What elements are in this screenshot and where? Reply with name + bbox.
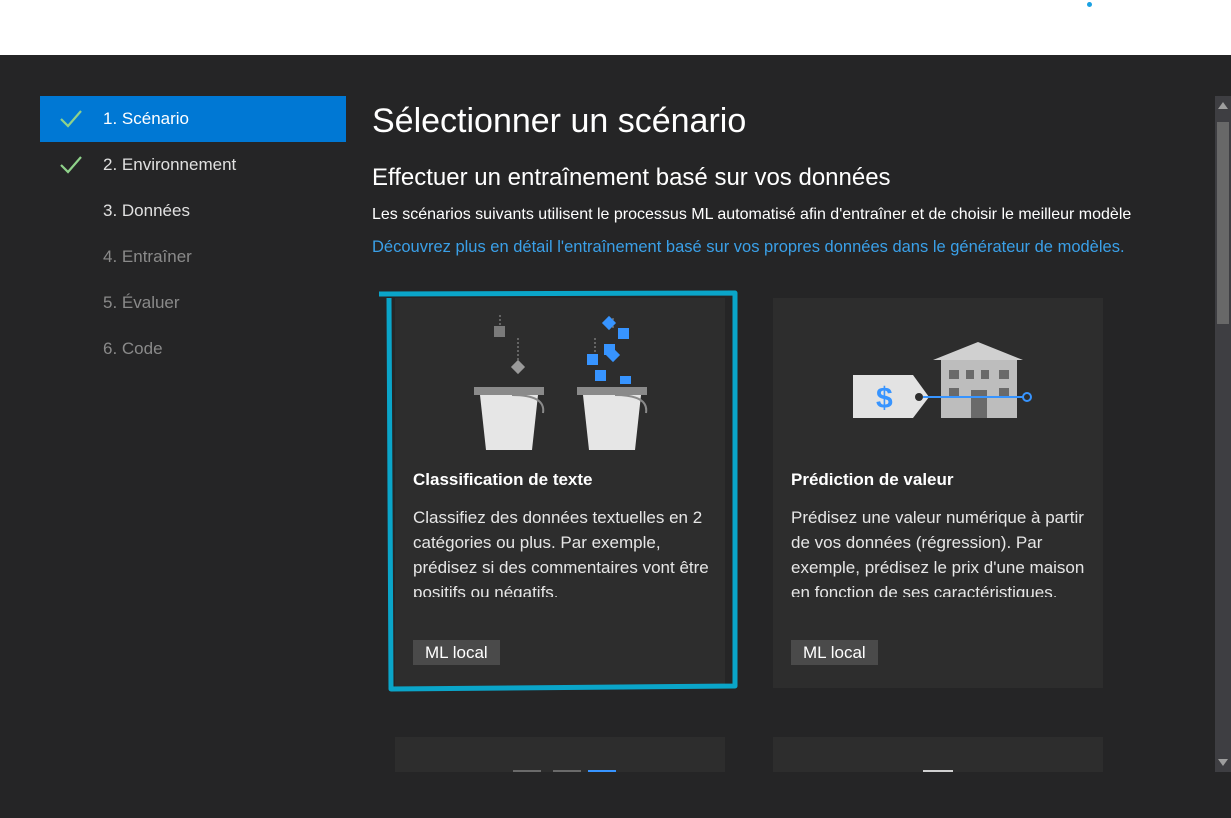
scenario-card-text-classification[interactable]: Classification de texte Classifiez des d…: [395, 298, 725, 688]
learn-more-link[interactable]: Découvrez plus en détail l'entraînement …: [372, 238, 1125, 257]
step-scenario[interactable]: 1. Scénario: [40, 96, 346, 142]
scenario-card-partial[interactable]: [773, 737, 1103, 772]
buckets-icon: [474, 315, 648, 450]
step-evaluate: 5. Évaluer: [40, 280, 346, 326]
checkmark-icon: [60, 110, 82, 128]
checkmark-icon: [60, 156, 82, 174]
environment-badge: ML local: [791, 640, 878, 665]
vertical-scrollbar[interactable]: [1215, 96, 1231, 772]
step-data[interactable]: 3. Données: [40, 188, 346, 234]
wizard-steps: 1. Scénario 2. Environnement 3. Données …: [40, 96, 346, 372]
step-label: 4. Entraîner: [103, 247, 192, 266]
scenario-card-value-prediction[interactable]: $ Prédiction de valeur Prédisez une vale…: [773, 298, 1103, 688]
step-label: 6. Code: [103, 339, 163, 358]
step-label: 3. Données: [103, 201, 190, 220]
page-title: Sélectionner un scénario: [372, 102, 747, 140]
scroll-down-arrow-icon[interactable]: [1218, 759, 1228, 766]
progress-dot: [1087, 2, 1092, 7]
card-description: Classifiez des données textuelles en 2 c…: [413, 508, 709, 597]
step-train: 4. Entraîner: [40, 234, 346, 280]
step-label: 1. Scénario: [103, 109, 189, 128]
card-art-icon: [513, 770, 616, 772]
top-bar: [0, 0, 1231, 55]
card-title: Prédiction de valeur: [791, 470, 954, 489]
step-label: 2. Environnement: [103, 155, 237, 174]
house-price-tag-icon: $: [853, 342, 1032, 418]
card-art-icon: [923, 770, 953, 772]
svg-text:$: $: [876, 382, 893, 415]
card-title: Classification de texte: [413, 470, 593, 489]
scenario-card-partial[interactable]: [395, 737, 725, 772]
section-description: Les scénarios suivants utilisent le proc…: [372, 206, 1132, 223]
scroll-thumb[interactable]: [1217, 122, 1229, 324]
section-title: Effectuer un entraînement basé sur vos d…: [372, 164, 891, 191]
card-description: Prédisez une valeur numérique à partir d…: [791, 508, 1085, 597]
step-code: 6. Code: [40, 326, 346, 372]
step-environment[interactable]: 2. Environnement: [40, 142, 346, 188]
scroll-up-arrow-icon[interactable]: [1218, 102, 1228, 109]
environment-badge: ML local: [413, 640, 500, 665]
step-label: 5. Évaluer: [103, 293, 180, 312]
